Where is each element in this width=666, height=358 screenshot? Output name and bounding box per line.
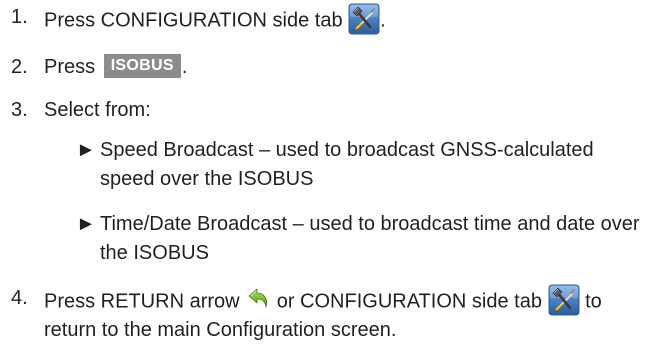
tools-icon — [548, 284, 580, 316]
step-number: 4. — [11, 287, 28, 309]
return-arrow-icon — [245, 286, 271, 312]
isobus-button: ISOBUS — [103, 53, 181, 78]
step-text: Press — [44, 56, 96, 78]
step-number: 1. — [11, 6, 28, 28]
option-text: the ISOBUS — [100, 242, 209, 264]
option-text: Time/Date Broadcast – used to broadcast … — [100, 213, 640, 235]
bullet-arrow: ► — [76, 213, 96, 235]
step-text: Press CONFIGURATION side tab — [44, 9, 343, 32]
step-text-end: to — [585, 290, 602, 313]
instructions-document: 1. Press CONFIGURATION side tab . 2. Pre… — [0, 0, 666, 358]
tools-icon — [348, 3, 380, 35]
step-text: return to the main Configuration screen. — [44, 319, 397, 341]
option-text: Speed Broadcast – used to broadcast GNSS… — [100, 139, 594, 161]
step-text-end: . — [380, 9, 386, 32]
bullet-arrow: ► — [76, 139, 96, 161]
step-number: 3. — [11, 99, 28, 121]
step-text-end: . — [181, 56, 188, 78]
step-number: 2. — [11, 56, 28, 78]
step-text-middle: or CONFIGURATION side tab — [276, 290, 542, 313]
step-text: Press RETURN arrow — [44, 290, 240, 313]
step-text: Select from: — [44, 99, 151, 121]
option-text: speed over the ISOBUS — [100, 168, 314, 190]
